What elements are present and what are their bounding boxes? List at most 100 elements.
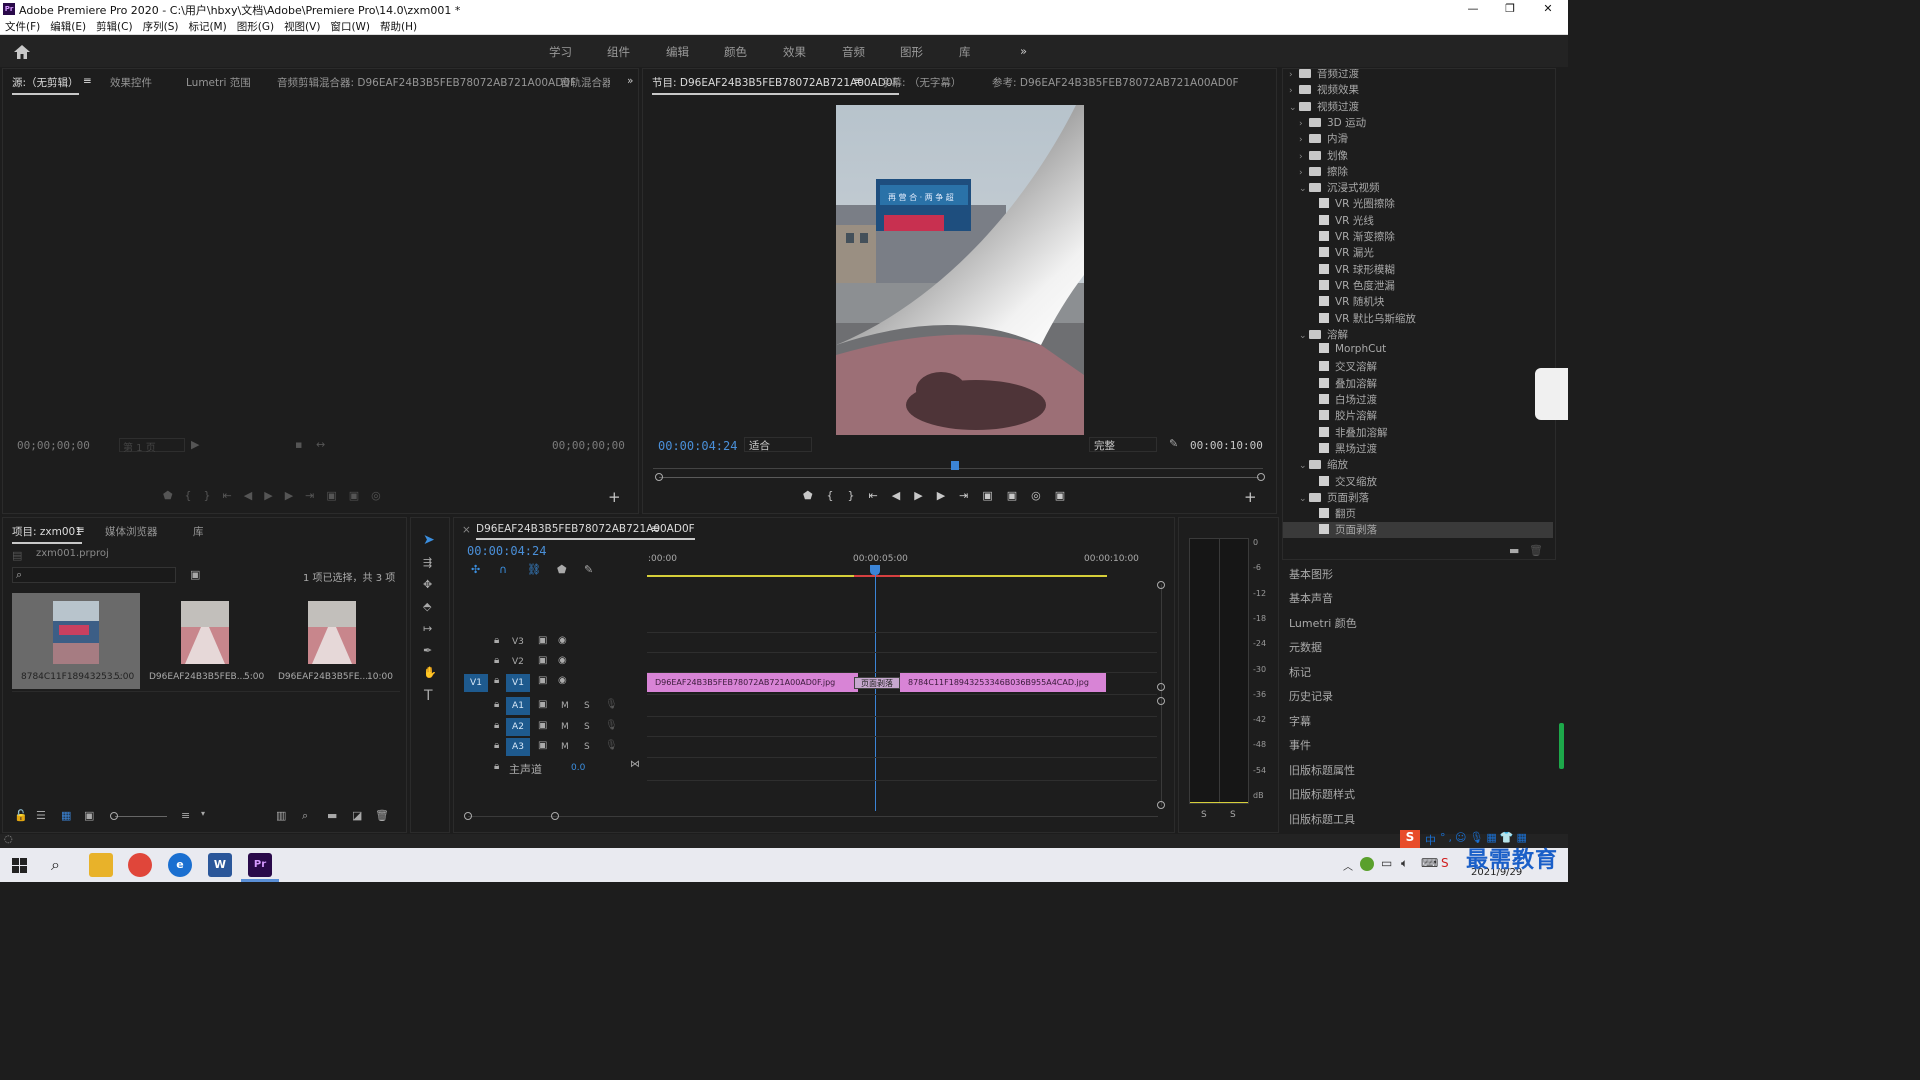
program-quality-select[interactable]: 完整 xyxy=(1089,437,1157,452)
chevron-down-icon[interactable]: ⌄ xyxy=(1289,103,1299,113)
menu-marker[interactable]: 标记(M) xyxy=(183,18,231,35)
tab-reference[interactable]: 参考: D96EAF24B3B5FEB78072AB721A00AD0F xyxy=(992,75,1239,90)
program-zoom-handle-left[interactable] xyxy=(655,473,663,481)
tab-audio-clip-mixer[interactable]: 音频剪辑混合器: D96EAF24B3B5FEB78072AB721A00AD0… xyxy=(277,75,576,90)
meter-solo-left[interactable]: S xyxy=(1201,810,1207,820)
chevron-right-icon[interactable]: › xyxy=(1289,70,1299,80)
tab-audio-track-mixer[interactable]: 音轨混合器 xyxy=(560,75,610,90)
panel-history[interactable]: 历史记录 xyxy=(1289,688,1333,704)
effects-folder[interactable]: › 视频效果 xyxy=(1283,82,1553,98)
effects-item[interactable]: 页面剥落 xyxy=(1283,522,1553,539)
v1-lock-icon[interactable]: 🔒︎ xyxy=(494,675,499,686)
timeline-vscroll[interactable] xyxy=(1161,584,1162,806)
source-add-button-icon[interactable]: + xyxy=(608,488,621,506)
program-timecode[interactable]: 00:00:04:24 xyxy=(658,439,737,453)
panel-legacy-title-styles[interactable]: 旧版标题样式 xyxy=(1289,786,1355,802)
windows-start-icon[interactable] xyxy=(12,858,27,873)
clip-2[interactable]: 8784C11F18943253346B036B955A4CAD.jpg xyxy=(900,673,1106,692)
home-icon[interactable] xyxy=(13,44,31,60)
workspace-effects[interactable]: 效果 xyxy=(783,44,806,60)
selection-tool-icon[interactable]: ➤ xyxy=(423,532,435,548)
panel-markers[interactable]: 标记 xyxy=(1289,664,1311,680)
timeline-timecode[interactable]: 00:00:04:24 xyxy=(467,544,546,558)
track-a3-label[interactable]: A3 xyxy=(506,738,530,756)
timeline-vscroll-top[interactable] xyxy=(1157,581,1165,589)
effects-folder[interactable]: ⌄ 缩放 xyxy=(1283,457,1553,473)
restore-button[interactable]: ❐ xyxy=(1495,0,1525,18)
program-transport-controls[interactable]: ⬟{}⇤◀▶▶⇥▣▣◎▣ xyxy=(803,489,1143,505)
menu-help[interactable]: 帮助(H) xyxy=(375,18,422,35)
effects-folder[interactable]: › 内滑 xyxy=(1283,131,1553,147)
a3-mute-button[interactable]: M xyxy=(561,742,569,752)
workspace-editing[interactable]: 编辑 xyxy=(666,44,689,60)
effects-item[interactable]: VR 光圈擦除 xyxy=(1283,196,1553,212)
tab-source[interactable]: 源:（无剪辑） xyxy=(12,75,79,95)
chevron-down-icon[interactable]: ⌄ xyxy=(1299,461,1309,471)
source-timecode-left[interactable]: 00;00;00;00 xyxy=(17,439,90,452)
effects-folder[interactable]: › 3D 运动 xyxy=(1283,115,1553,131)
chevron-right-icon[interactable]: › xyxy=(1299,135,1309,145)
program-playhead[interactable] xyxy=(951,461,959,470)
thumbnail-size-handle[interactable] xyxy=(110,812,118,820)
taskbar-search-icon[interactable]: ⌕ xyxy=(51,855,60,875)
a1-mic-icon[interactable]: 🎙︎ xyxy=(605,699,618,710)
icon-view-icon[interactable]: ▦ xyxy=(61,809,71,822)
clip-1[interactable]: D96EAF24B3B5FEB78072AB721A00AD0F.jpg xyxy=(647,673,858,692)
ripple-edit-tool-icon[interactable]: ✥ xyxy=(423,578,432,591)
chevron-down-icon[interactable]: ⌄ xyxy=(1299,331,1309,341)
effects-folder[interactable]: › 划像 xyxy=(1283,148,1553,164)
source-drag-icon[interactable]: ↔ xyxy=(316,438,325,451)
workspace-audio[interactable]: 音频 xyxy=(842,44,865,60)
close-sequence-icon[interactable]: × xyxy=(462,524,471,536)
effects-item[interactable]: VR 默比乌斯缩放 xyxy=(1283,311,1553,327)
find-icon[interactable]: ⌕ xyxy=(302,809,308,823)
a3-solo-button[interactable]: S xyxy=(584,742,590,752)
new-search-bin-icon[interactable]: ▣ xyxy=(190,568,200,581)
workspace-color[interactable]: 颜色 xyxy=(724,44,747,60)
panel-legacy-title-properties[interactable]: 旧版标题属性 xyxy=(1289,762,1355,778)
a3-mic-icon[interactable]: 🎙︎ xyxy=(605,740,618,751)
sequence-menu-icon[interactable]: ≡ xyxy=(651,523,660,535)
meter-solo-right[interactable]: S xyxy=(1230,810,1236,820)
lock-icon[interactable]: 🔓 xyxy=(14,809,28,822)
v3-sync-icon[interactable]: ▣ xyxy=(538,635,547,646)
project-menu-icon[interactable]: ≡ xyxy=(76,524,85,536)
track-v1-label[interactable]: V1 xyxy=(506,674,530,692)
sort-dropdown-icon[interactable]: ▾ xyxy=(201,809,205,818)
master-volume-value[interactable]: 0.0 xyxy=(571,763,585,773)
close-button[interactable]: ✕ xyxy=(1533,0,1563,18)
tray-input-icon[interactable]: ⌨ xyxy=(1421,856,1438,870)
project-item-2[interactable]: D96EAF24B3B5FEB... 5:00 xyxy=(142,593,270,689)
timeline-settings-icon[interactable]: ✎ xyxy=(584,563,593,576)
chevron-right-icon[interactable]: › xyxy=(1299,168,1309,178)
effects-folder[interactable]: › 音频过渡 xyxy=(1283,69,1553,82)
v2-lock-icon[interactable]: 🔒︎ xyxy=(494,655,499,666)
effects-item[interactable]: 翻页 xyxy=(1283,506,1553,522)
panel-essential-sound[interactable]: 基本声音 xyxy=(1289,590,1333,606)
razor-tool-icon[interactable]: ⬘ xyxy=(423,600,431,613)
project-item-3[interactable]: D96EAF24B3B5FE... 10:00 xyxy=(272,593,400,689)
timeline-vscroll-bottom[interactable] xyxy=(1157,801,1165,809)
tab-captions[interactable]: 字幕: （无字幕） xyxy=(881,75,961,90)
tray-volume-icon[interactable]: 🔈︎ xyxy=(1401,856,1408,871)
pen-tool-icon[interactable]: ✒ xyxy=(423,644,432,657)
tab-project[interactable]: 项目: zxm001 xyxy=(12,524,82,544)
panel-lumetri-color[interactable]: Lumetri 颜色 xyxy=(1289,615,1357,631)
edge-icon[interactable]: e xyxy=(168,853,192,877)
panel-captions[interactable]: 字幕 xyxy=(1289,713,1311,729)
effects-item[interactable]: MorphCut xyxy=(1283,343,1553,359)
effects-item[interactable]: VR 渐变擦除 xyxy=(1283,229,1553,245)
automate-sequence-icon[interactable]: ▥ xyxy=(276,809,286,822)
effects-item[interactable]: VR 球形模糊 xyxy=(1283,262,1553,278)
effects-item[interactable]: 交叉溶解 xyxy=(1283,359,1553,375)
freeform-view-icon[interactable]: ▣ xyxy=(84,809,94,822)
tab-lumetri-scopes[interactable]: Lumetri 范围 xyxy=(186,75,251,90)
a1-solo-button[interactable]: S xyxy=(584,701,590,711)
a1-sync-icon[interactable]: ▣ xyxy=(538,699,547,710)
effects-item[interactable]: 黑场过渡 xyxy=(1283,441,1553,457)
thumbnail-size-slider[interactable] xyxy=(115,816,167,817)
program-add-button-icon[interactable]: + xyxy=(1244,488,1257,506)
v1-sync-icon[interactable]: ▣ xyxy=(538,675,547,686)
panel-events[interactable]: 事件 xyxy=(1289,737,1311,753)
a2-sync-icon[interactable]: ▣ xyxy=(538,720,547,731)
